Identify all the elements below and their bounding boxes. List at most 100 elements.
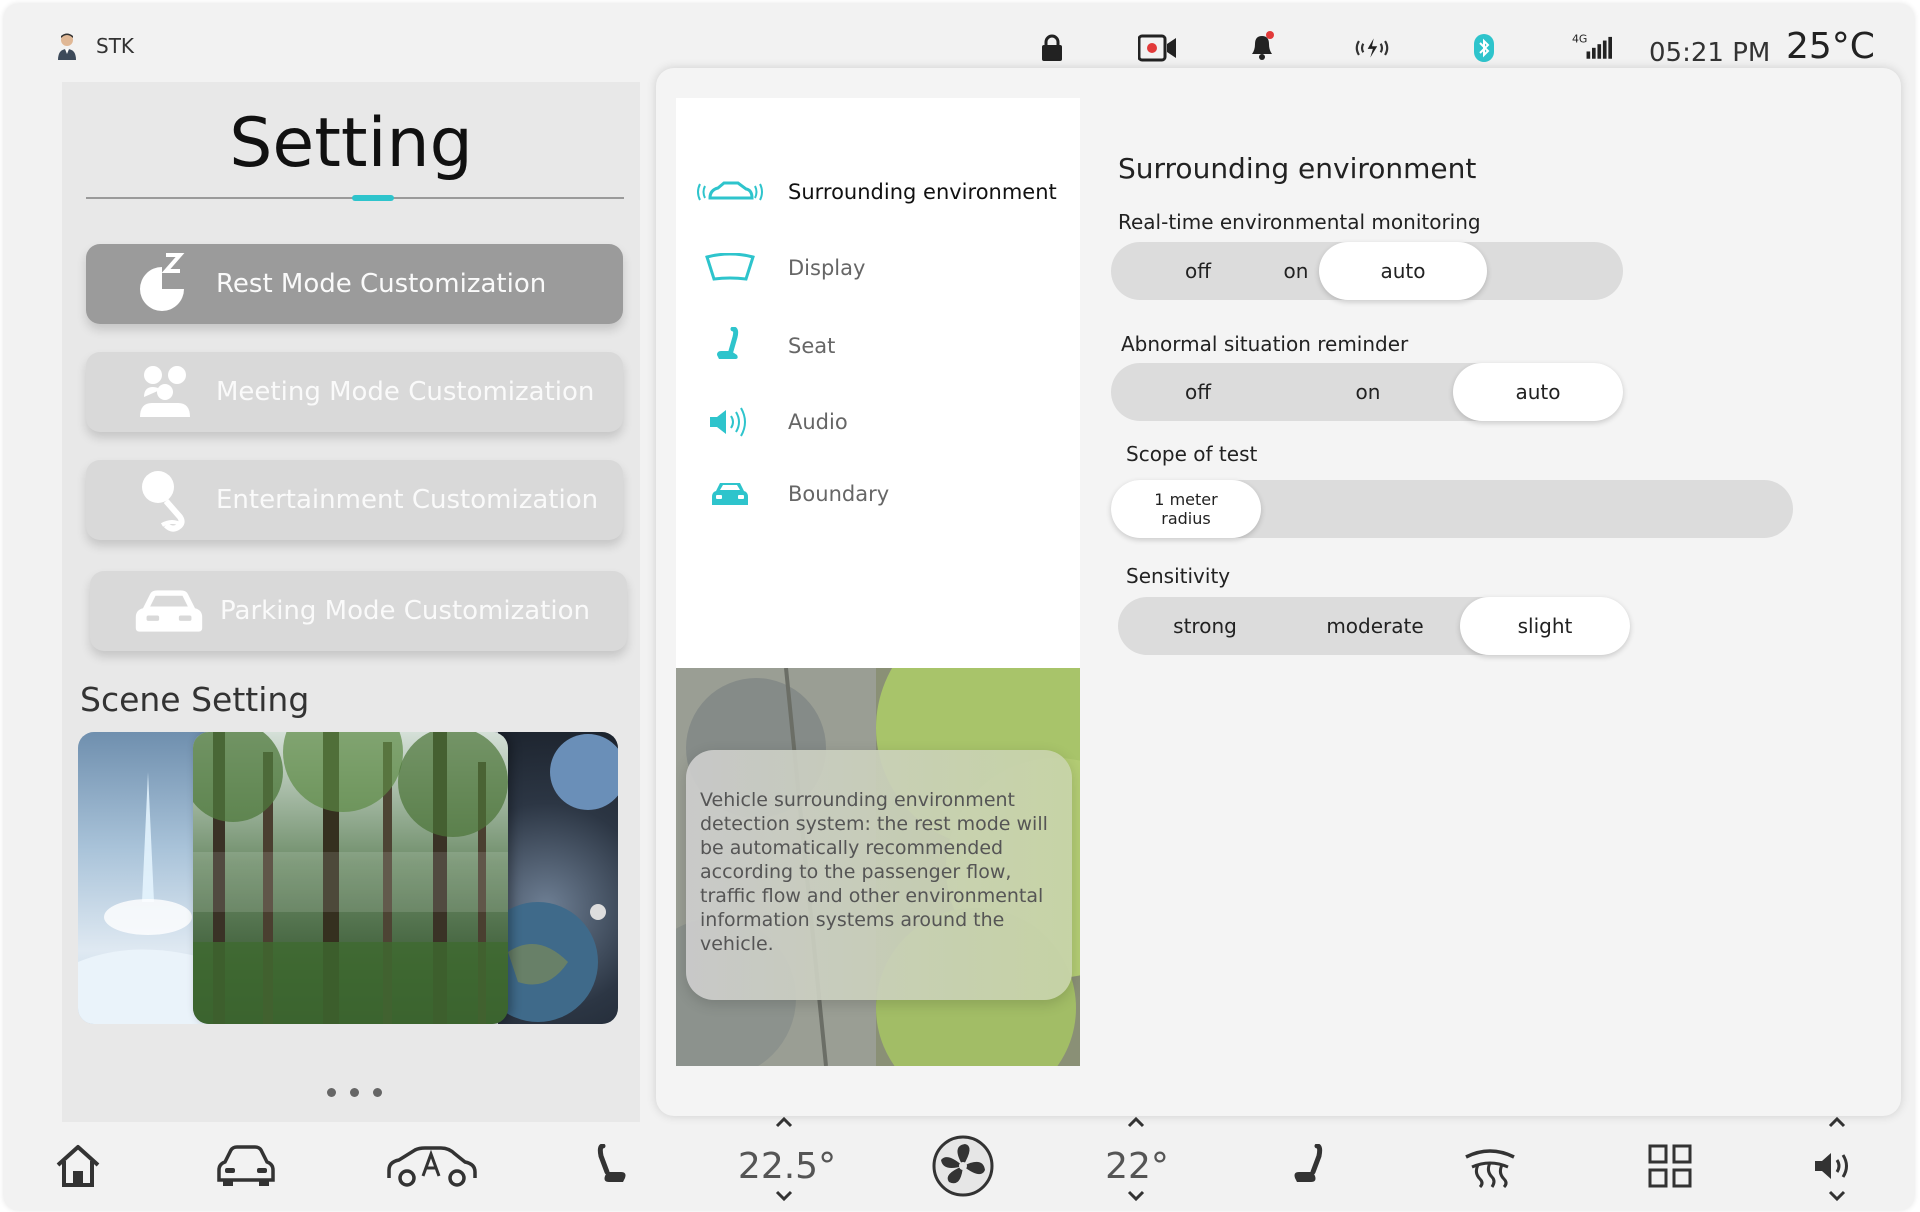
menu-item-audio[interactable]: Audio: [676, 392, 1080, 452]
monitoring-toggle: off on auto: [1111, 242, 1623, 300]
passenger-seat-button[interactable]: [1288, 1130, 1328, 1202]
passenger-temp-up-icon[interactable]: [1126, 1116, 1146, 1128]
seat-right-icon: [1294, 1144, 1323, 1182]
lock-icon[interactable]: [1032, 28, 1072, 68]
scope-value-line2: radius: [1161, 509, 1211, 528]
scope-slider[interactable]: 1 meter radius: [1111, 480, 1793, 538]
passenger-temperature-value: 22°: [1105, 1145, 1169, 1187]
meeting-mode-button[interactable]: Meeting Mode Customization: [86, 352, 623, 432]
pagination-dot[interactable]: [327, 1088, 336, 1097]
meeting-mode-label: Meeting Mode Customization: [216, 377, 595, 407]
bottom-dock: 22.5° 22°: [4, 1116, 1914, 1210]
driver-temp-down-icon[interactable]: [774, 1190, 794, 1202]
reminder-option-off[interactable]: off: [1123, 363, 1273, 421]
auto-drive-icon: [387, 1146, 477, 1187]
parking-mode-button[interactable]: Parking Mode Customization: [90, 571, 627, 651]
menu-item-seat[interactable]: Seat: [676, 316, 1080, 376]
vehicle-button[interactable]: [216, 1130, 276, 1202]
menu-item-display[interactable]: Display: [676, 238, 1080, 298]
apps-button[interactable]: [1646, 1130, 1694, 1202]
user-name: STK: [96, 34, 135, 58]
carousel-pagination[interactable]: [327, 1088, 382, 1097]
scene-setting-title: Scene Setting: [80, 680, 310, 719]
menu-label-display: Display: [788, 256, 866, 280]
fan-button[interactable]: [930, 1130, 996, 1202]
reminder-toggle: off on auto: [1111, 363, 1623, 421]
outside-temperature: 25°C: [1786, 26, 1875, 67]
page-title: Setting: [229, 104, 473, 183]
speaker-icon: [690, 397, 770, 447]
auto-drive-button[interactable]: [384, 1130, 480, 1202]
pagination-dot[interactable]: [373, 1088, 382, 1097]
menu-item-boundary[interactable]: Boundary: [676, 464, 1080, 524]
passenger-temp-down-icon[interactable]: [1126, 1190, 1146, 1202]
info-card: Vehicle surrounding environment detectio…: [686, 750, 1072, 1000]
info-text: Vehicle surrounding environment detectio…: [700, 789, 1048, 955]
space-scene-image: [478, 734, 618, 1022]
camera-icon[interactable]: [1138, 28, 1178, 68]
microphone-icon: [130, 465, 200, 535]
info-banner: Vehicle surrounding environment detectio…: [676, 668, 1080, 1066]
car-radar-icon: [690, 167, 770, 217]
section-title: Surrounding environment: [1118, 152, 1477, 185]
menu-label-seat: Seat: [788, 334, 836, 358]
scope-value-line1: 1 meter: [1154, 490, 1218, 509]
entertainment-mode-label: Entertainment Customization: [216, 485, 599, 515]
sensitivity-label: Sensitivity: [1126, 564, 1231, 588]
driver-seat-button[interactable]: [592, 1130, 632, 1202]
settings-panel: Surrounding environment Display Seat Aud…: [656, 68, 1901, 1116]
sensitivity-option-strong[interactable]: strong: [1130, 597, 1280, 655]
user-profile[interactable]: STK: [56, 32, 134, 60]
scene-card-forest[interactable]: [193, 732, 508, 1024]
scene-carousel[interactable]: [78, 732, 618, 1024]
monitoring-option-auto[interactable]: auto: [1319, 242, 1487, 300]
scene-card-space[interactable]: [478, 732, 618, 1024]
defrost-icon: [1465, 1149, 1515, 1189]
parking-mode-label: Parking Mode Customization: [220, 596, 590, 626]
menu-label-surrounding-environment: Surrounding environment: [788, 180, 1057, 204]
rest-mode-label: Rest Mode Customization: [216, 269, 547, 299]
scope-label: Scope of test: [1126, 442, 1258, 466]
volume-up-icon[interactable]: [1827, 1116, 1847, 1128]
bell-icon[interactable]: [1242, 26, 1282, 66]
menu-label-audio: Audio: [788, 410, 848, 434]
car-boundary-icon: [690, 469, 770, 519]
title-accent-bar: [352, 195, 394, 201]
rest-mode-button[interactable]: Rest Mode Customization: [86, 244, 623, 324]
monitoring-option-off[interactable]: off: [1153, 242, 1243, 300]
volume-down-icon[interactable]: [1827, 1190, 1847, 1202]
screen: STK 4G 05:21 PM 25°C Setting Rest Mode C…: [4, 4, 1914, 1210]
car-icon: [217, 1145, 275, 1186]
seat-left-icon: [597, 1144, 626, 1182]
defrost-button[interactable]: [1460, 1130, 1520, 1202]
entertainment-mode-button[interactable]: Entertainment Customization: [86, 460, 623, 540]
clock: 05:21 PM: [1649, 38, 1771, 68]
bluetooth-icon[interactable]: [1464, 28, 1504, 68]
sensitivity-option-moderate[interactable]: moderate: [1300, 597, 1450, 655]
menu-item-surrounding-environment[interactable]: Surrounding environment: [676, 162, 1080, 222]
sensitivity-toggle: strong moderate slight: [1118, 597, 1630, 655]
fan-icon: [932, 1135, 994, 1197]
driver-temp-up-icon[interactable]: [774, 1116, 794, 1128]
driver-temperature-value: 22.5°: [737, 1145, 837, 1187]
scope-value-thumb[interactable]: 1 meter radius: [1111, 480, 1261, 538]
pagination-dot[interactable]: [350, 1088, 359, 1097]
menu-label-boundary: Boundary: [788, 482, 890, 506]
windshield-icon: [690, 243, 770, 293]
network-type: 4G: [1572, 32, 1587, 45]
sensitivity-option-slight[interactable]: slight: [1460, 597, 1630, 655]
home-button[interactable]: [50, 1130, 106, 1202]
home-icon: [56, 1145, 100, 1187]
settings-menu: Surrounding environment Display Seat Aud…: [676, 98, 1080, 668]
sleep-icon: [130, 249, 200, 319]
user-avatar-icon: [56, 32, 78, 60]
signal-icon: 4G: [1572, 26, 1612, 66]
monitoring-label: Real-time environmental monitoring: [1118, 210, 1481, 234]
mode-panel: Setting Rest Mode Customization Meeting …: [62, 82, 640, 1122]
forest-scene-image: [193, 732, 508, 1024]
volume-icon: [1815, 1153, 1848, 1179]
wireless-charge-icon[interactable]: [1352, 28, 1392, 68]
reminder-option-auto[interactable]: auto: [1453, 363, 1623, 421]
reminder-option-on[interactable]: on: [1293, 363, 1443, 421]
meeting-icon: [130, 357, 200, 427]
